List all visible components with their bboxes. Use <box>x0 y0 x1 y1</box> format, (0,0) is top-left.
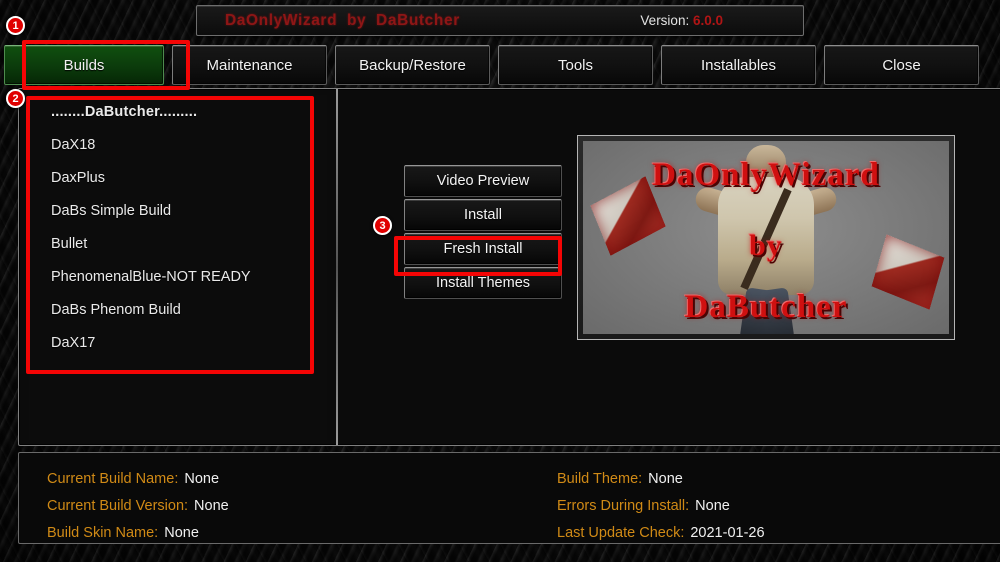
panel-divider <box>336 89 338 445</box>
version-label: Version: <box>640 13 690 28</box>
tab-installables[interactable]: Installables <box>661 45 816 85</box>
status-value: None <box>648 470 683 487</box>
wizard-banner-image: DaOnlyWizard by DaButcher <box>577 135 955 340</box>
action-button-group: Video Preview Install Fresh Install Install… <box>404 165 562 301</box>
status-value: None <box>164 524 199 541</box>
build-list-item[interactable]: Bullet <box>29 227 327 260</box>
banner-artwork: DaOnlyWizard by DaButcher <box>583 141 949 334</box>
status-label: Errors During Install: <box>557 497 690 514</box>
annotation-badge-1: 1 <box>6 16 25 35</box>
version-display: Version: 6.0.0 <box>640 13 723 28</box>
install-button[interactable]: Install <box>404 199 562 231</box>
tab-tools[interactable]: Tools <box>498 45 653 85</box>
main-panel: ........DaButcher......... DaX18 DaxPlus Da… <box>18 88 1000 446</box>
version-value: 6.0.0 <box>692 13 723 28</box>
status-label: Current Build Name: <box>47 470 179 487</box>
status-row: Build Skin Name: None <box>47 519 229 546</box>
banner-line-2: by <box>749 229 783 262</box>
status-column-left: Current Build Name: None Current Build Ver… <box>47 465 229 546</box>
status-row: Errors During Install: None <box>557 492 765 519</box>
build-list-item[interactable]: DaX17 <box>29 326 327 359</box>
tab-close[interactable]: Close <box>824 45 979 85</box>
tab-builds[interactable]: Builds <box>4 45 164 85</box>
app-window: DaOnlyWizard by DaButcher Version: 6.0.0… <box>0 0 1000 562</box>
status-value: 2021-01-26 <box>690 524 765 541</box>
tab-maintenance[interactable]: Maintenance <box>172 45 327 85</box>
status-value: None <box>695 497 730 514</box>
fresh-install-button[interactable]: Fresh Install <box>404 233 562 265</box>
status-label: Last Update Check: <box>557 524 685 541</box>
build-list[interactable]: ........DaButcher......... DaX18 DaxPlus Da… <box>29 95 327 440</box>
status-label: Build Skin Name: <box>47 524 159 541</box>
build-list-item[interactable]: PhenomenalBlue-NOT READY <box>29 260 327 293</box>
app-title: DaOnlyWizard by DaButcher <box>225 11 460 29</box>
build-list-item[interactable]: DaX18 <box>29 128 327 161</box>
status-value: None <box>184 470 220 487</box>
status-column-right: Build Theme: None Errors During Install: No… <box>557 465 765 546</box>
tab-bar: Builds Maintenance Backup/Restore Tools Inst… <box>0 43 1000 87</box>
status-bar: Current Build Name: None Current Build Ver… <box>18 452 1000 544</box>
status-label: Current Build Version: <box>47 497 189 514</box>
tab-backup-restore[interactable]: Backup/Restore <box>335 45 490 85</box>
build-list-header[interactable]: ........DaButcher......... <box>29 95 327 128</box>
banner-line-3: DaButcher <box>684 289 848 325</box>
video-preview-button[interactable]: Video Preview <box>404 165 562 197</box>
status-label: Build Theme: <box>557 470 643 487</box>
banner-line-1: DaOnlyWizard <box>652 157 880 193</box>
status-row: Current Build Version: None <box>47 492 229 519</box>
status-row: Build Theme: None <box>557 465 765 492</box>
status-value: None <box>194 497 229 514</box>
annotation-badge-2: 2 <box>6 89 25 108</box>
title-bar: DaOnlyWizard by DaButcher Version: 6.0.0 <box>196 5 804 36</box>
build-list-item[interactable]: DaBs Simple Build <box>29 194 327 227</box>
install-themes-button[interactable]: Install Themes <box>404 267 562 299</box>
build-list-item[interactable]: DaxPlus <box>29 161 327 194</box>
annotation-badge-3: 3 <box>373 216 392 235</box>
status-row: Current Build Name: None <box>47 465 229 492</box>
status-row: Last Update Check: 2021-01-26 <box>557 519 765 546</box>
build-list-item[interactable]: DaBs Phenom Build <box>29 293 327 326</box>
